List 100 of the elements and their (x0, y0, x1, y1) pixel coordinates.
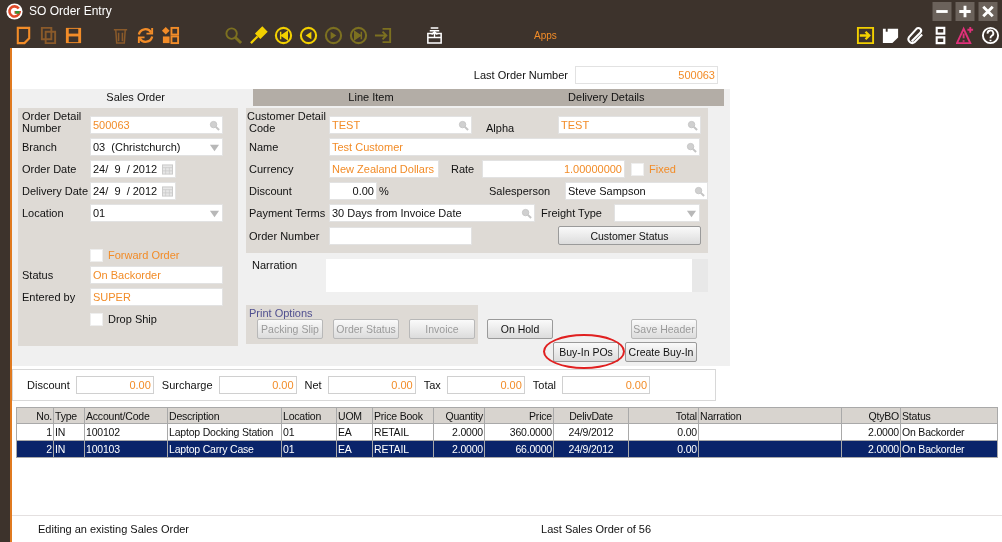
column-header[interactable]: No. (16, 407, 54, 424)
field-label: Order Number (249, 229, 321, 242)
location-dropdown[interactable]: 01 (90, 204, 223, 222)
tab[interactable]: Line Item (253, 89, 489, 106)
table-cell: RETAIL (374, 443, 409, 455)
field-label: Order Date (22, 163, 78, 175)
salesperson-field[interactable]: Steve Sampson (565, 182, 708, 200)
app-logo-icon (6, 2, 23, 20)
paperclip-icon[interactable] (906, 25, 925, 45)
window-title: SO Order Entry (29, 4, 112, 18)
field-label: Discount (27, 379, 70, 391)
field-label: Status (22, 269, 55, 281)
forward-order-checkbox[interactable] (90, 248, 103, 262)
minimize-icon[interactable] (932, 1, 952, 21)
field-label: Currency (249, 163, 295, 175)
table-cell: EA (338, 443, 352, 455)
note-icon[interactable] (881, 25, 900, 45)
field-label: Payment Terms (249, 207, 327, 219)
fixed-checkbox[interactable] (631, 162, 644, 176)
table-cell: 24/9/2012 (568, 426, 614, 438)
column-header[interactable]: Type (53, 407, 85, 424)
order-number-input[interactable] (329, 226, 472, 245)
table-cell: 0.00 (677, 426, 697, 438)
status-text: Editing an existing Sales Order (38, 523, 190, 535)
table-row[interactable]: 2 IN 100103 Laptop Carry Case 01 EA RETAIL 2.0000 66.0000 24/9/2012 0.00 2.0000 On Backorder (16, 440, 998, 458)
tab[interactable]: Delivery Details (488, 89, 724, 106)
calendar-icon[interactable] (162, 185, 173, 197)
field-label: Freight Type (541, 207, 602, 219)
flashlight-icon[interactable] (249, 25, 268, 45)
column-header[interactable]: UOM (336, 407, 373, 424)
delivery-date-field[interactable]: 24/ 9 / 2012 (90, 182, 176, 200)
close-icon[interactable] (978, 1, 998, 21)
create-buy-in-button[interactable]: Create Buy-In (625, 342, 697, 362)
column-header[interactable]: Price (484, 407, 554, 424)
field-label: Delivery Date (22, 185, 90, 197)
table-cell: 2.0000 (868, 426, 899, 438)
branch-dropdown[interactable]: 03 (Christchurch) (90, 138, 223, 156)
table-cell: 360.0000 (509, 426, 552, 438)
table-cell: Laptop Carry Case (169, 443, 254, 455)
column-header[interactable]: DelivDate (553, 407, 629, 424)
shapes-icon[interactable] (161, 25, 180, 45)
search-icon[interactable] (458, 119, 469, 131)
order-date-field[interactable]: 24/ 9 / 2012 (90, 160, 176, 178)
search-icon[interactable] (521, 207, 532, 219)
table-cell: IN (55, 426, 66, 438)
total-field: 0.00 (562, 376, 651, 394)
column-header[interactable]: Price Book (372, 407, 434, 424)
percent-sign: % (379, 185, 390, 197)
document-icon[interactable] (14, 25, 33, 45)
last-order-number-field: 500063 (575, 66, 718, 84)
field-label: Total (532, 379, 557, 391)
search-icon[interactable] (694, 185, 705, 197)
table-row[interactable]: 1 IN 100102 Laptop Docking Station 01 EA RETAIL 2.0000 360.0000 24/9/2012 0.00 2.0000 On Backorder (16, 423, 998, 441)
table-cell: 01 (283, 443, 295, 455)
search-icon[interactable] (209, 119, 220, 131)
payment-terms-field[interactable]: 30 Days from Invoice Date (329, 204, 535, 222)
field-label: Narration (252, 259, 299, 271)
field-label: Discount (249, 185, 293, 197)
status-text: Last Sales Order of 56 (541, 523, 652, 535)
column-header[interactable]: Status (900, 407, 998, 424)
field-label: Code (249, 122, 277, 134)
back-icon[interactable] (299, 25, 318, 45)
customer-status-button[interactable]: Customer Status (558, 226, 701, 245)
table-cell: 100102 (86, 426, 120, 438)
table-cell: 1 (46, 426, 52, 438)
search-icon[interactable] (686, 141, 697, 153)
discount-field[interactable]: 0.00 (329, 182, 377, 200)
calendar-icon[interactable] (162, 163, 173, 175)
column-header[interactable]: Account/Code (84, 407, 168, 424)
table-cell: EA (338, 426, 352, 438)
column-header[interactable]: Location (281, 407, 337, 424)
column-header[interactable]: Total (628, 407, 699, 424)
field-label: Alpha (486, 122, 515, 134)
apps-menu[interactable]: Apps (534, 29, 557, 41)
field-label: Last Order Number (473, 69, 568, 81)
checkbox-label: Drop Ship (108, 313, 157, 325)
table-cell: IN (55, 443, 66, 455)
column-header[interactable]: Narration (698, 407, 842, 424)
table-cell: 0.00 (677, 443, 697, 455)
search-icon[interactable] (687, 119, 698, 131)
skip-back-icon[interactable] (274, 25, 293, 45)
refresh-icon[interactable] (136, 25, 155, 45)
table-cell: RETAIL (374, 426, 409, 438)
column-header[interactable]: QtyBO (841, 407, 901, 424)
exit-icon[interactable] (856, 25, 875, 45)
help-icon[interactable] (981, 25, 1000, 45)
field-label: Name (249, 141, 280, 153)
maximize-icon[interactable] (955, 1, 975, 21)
drop-ship-checkbox[interactable] (90, 312, 103, 326)
on-hold-button[interactable]: On Hold (487, 319, 553, 339)
field-label: Surcharge (161, 379, 213, 391)
buy-in-pos-button[interactable]: Buy-In POs (553, 342, 619, 362)
table-cell: 2 (46, 443, 52, 455)
column-header[interactable]: Description (167, 407, 282, 424)
table-cell: On Backorder (902, 426, 965, 438)
field-label: Order Detail (22, 110, 83, 122)
column-header[interactable]: Quantity (433, 407, 485, 424)
tray-icon[interactable] (425, 25, 444, 45)
table-cell: 2.0000 (452, 443, 483, 455)
table-cell: 100103 (86, 443, 120, 455)
